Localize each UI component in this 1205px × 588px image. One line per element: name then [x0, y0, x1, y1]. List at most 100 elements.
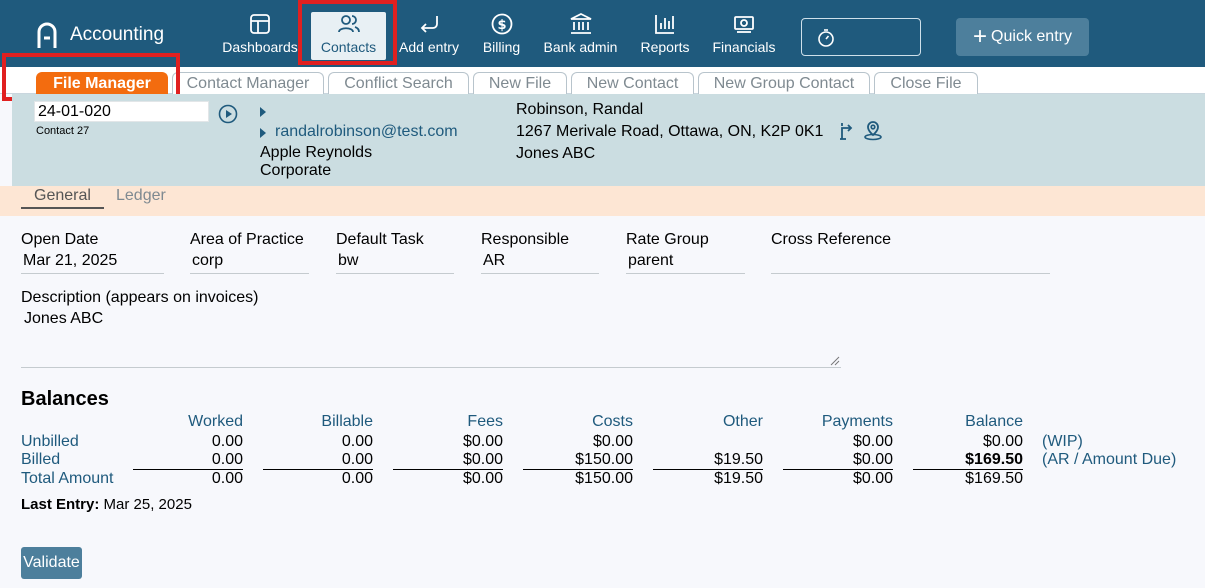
unbilled-worked: 0.00	[211, 433, 243, 450]
nav-financials[interactable]: Financials	[712, 12, 776, 60]
tab-contact-manager[interactable]: Contact Manager	[172, 72, 324, 95]
total-fees: $0.00	[462, 470, 503, 487]
unbilled-payments: $0.00	[852, 433, 893, 450]
total-balance: $169.50	[965, 470, 1023, 487]
billed-note: (AR / Amount Due)	[1042, 451, 1177, 468]
tab-label: New Group Contact	[713, 75, 855, 92]
tab-label: File Manager	[53, 75, 151, 92]
default-task-field[interactable]: bw	[336, 252, 454, 274]
total-payments: $0.00	[852, 470, 893, 487]
description-label: Description (appears on invoices)	[21, 289, 259, 306]
contact-email-link[interactable]: randalrobinson@test.com	[275, 123, 458, 141]
play-icon[interactable]	[218, 104, 238, 124]
file-number-input[interactable]: 24-01-020	[34, 101, 209, 122]
last-entry: Last Entry: Mar 25, 2025	[21, 496, 192, 513]
bank-icon	[570, 12, 591, 34]
bar-chart-icon	[655, 15, 674, 34]
tab-file-manager[interactable]: File Manager	[36, 72, 168, 95]
col-fees: Fees	[467, 413, 503, 430]
billed-balance: $169.50	[965, 451, 1023, 468]
resize-handle-icon[interactable]	[830, 356, 840, 366]
directions-icon[interactable]	[836, 119, 858, 141]
tab-label: Conflict Search	[344, 75, 453, 92]
nav-billing[interactable]: $ Billing	[480, 12, 523, 60]
billed-worked: 0.00	[211, 451, 243, 468]
total-worked: 0.00	[211, 470, 243, 487]
subtab-general[interactable]: General	[21, 187, 104, 209]
email-caret-icon[interactable]	[260, 128, 266, 138]
contact-reference: Contact 27	[36, 125, 90, 137]
nav-bank-admin-label: Bank admin	[543, 39, 618, 55]
col-costs: Costs	[592, 413, 633, 430]
contacts-icon	[337, 15, 360, 33]
app-brand[interactable]: Accounting	[36, 22, 164, 48]
stopwatch-icon	[818, 29, 834, 47]
tab-label: New File	[488, 75, 552, 92]
col-worked: Worked	[188, 413, 243, 430]
row-billed-label: Billed	[21, 451, 61, 468]
last-entry-date: Mar 25, 2025	[103, 496, 192, 513]
col-balance: Balance	[965, 413, 1023, 430]
unbilled-fees: $0.00	[462, 433, 503, 450]
responsible-name: Apple Reynolds	[260, 144, 373, 161]
nav-reports-label: Reports	[640, 39, 690, 55]
rate-group-field[interactable]: parent	[626, 252, 745, 274]
subtab-bar	[0, 186, 1205, 216]
dashboard-icon	[250, 14, 270, 34]
default-task-label: Default Task	[336, 231, 424, 248]
validate-button[interactable]: Validate	[21, 547, 82, 579]
matter-name: Jones ABC	[516, 145, 596, 162]
responsible-field[interactable]: AR	[481, 252, 599, 274]
map-pin-icon[interactable]	[862, 119, 884, 141]
timer-widget[interactable]	[801, 18, 921, 56]
billed-costs: $150.00	[575, 451, 633, 468]
nav-billing-label: Billing	[482, 39, 521, 55]
area-of-practice-label: Area of Practice	[190, 231, 304, 248]
app-logo-icon	[37, 22, 57, 48]
quick-entry-button[interactable]: + Quick entry	[956, 18, 1089, 56]
cross-reference-field[interactable]	[771, 252, 1050, 274]
col-other: Other	[722, 413, 763, 430]
responsible-label: Responsible	[481, 231, 570, 248]
tab-new-file[interactable]: New File	[473, 72, 567, 95]
billed-billable: 0.00	[341, 451, 373, 468]
billed-payments: $0.00	[852, 451, 893, 468]
area-of-practice-field[interactable]: corp	[190, 252, 309, 274]
nav-reports[interactable]: Reports	[639, 12, 691, 60]
return-arrow-icon	[420, 16, 438, 33]
tab-strip: File Manager Contact Manager Conflict Se…	[0, 67, 1205, 95]
rate-group-label: Rate Group	[626, 231, 709, 248]
balances-title: Balances	[21, 388, 109, 410]
nav-add-entry[interactable]: Add entry	[398, 12, 460, 60]
total-costs: $150.00	[575, 470, 633, 487]
quick-entry-label: Quick entry	[991, 28, 1072, 45]
subtab-ledger[interactable]: Ledger	[116, 187, 166, 205]
plus-icon: +	[973, 23, 988, 50]
row-unbilled-label: Unbilled	[21, 433, 79, 450]
tab-label: Close File	[890, 75, 962, 92]
nav-bank-admin[interactable]: Bank admin	[543, 12, 618, 60]
expand-caret-icon[interactable]	[260, 107, 266, 117]
svg-text:$: $	[497, 18, 506, 33]
open-date-label: Open Date	[21, 231, 99, 248]
nav-contacts-label: Contacts	[320, 39, 377, 55]
open-date-field[interactable]: Mar 21, 2025	[21, 252, 164, 274]
nav-dashboards[interactable]: Dashboards	[222, 12, 298, 60]
app-name: Accounting	[70, 24, 165, 45]
total-billable: 0.00	[341, 470, 373, 487]
tab-new-contact[interactable]: New Contact	[571, 72, 694, 95]
col-billable: Billable	[321, 413, 373, 430]
row-total-label: Total Amount	[21, 470, 114, 487]
client-address: 1267 Merivale Road, Ottawa, ON, K2P 0K1	[516, 123, 824, 140]
unbilled-note: (WIP)	[1042, 433, 1083, 450]
nav-contacts[interactable]: Contacts	[311, 12, 386, 60]
address-actions	[836, 119, 888, 141]
total-other: $19.50	[714, 470, 763, 487]
tab-label: Contact Manager	[186, 75, 310, 92]
tab-label: New Contact	[586, 75, 679, 92]
tab-close-file[interactable]: Close File	[874, 72, 978, 95]
unbilled-billable: 0.00	[341, 433, 373, 450]
description-textarea[interactable]: Jones ABC	[21, 310, 841, 368]
tab-new-group-contact[interactable]: New Group Contact	[698, 72, 870, 95]
tab-conflict-search[interactable]: Conflict Search	[328, 72, 469, 95]
